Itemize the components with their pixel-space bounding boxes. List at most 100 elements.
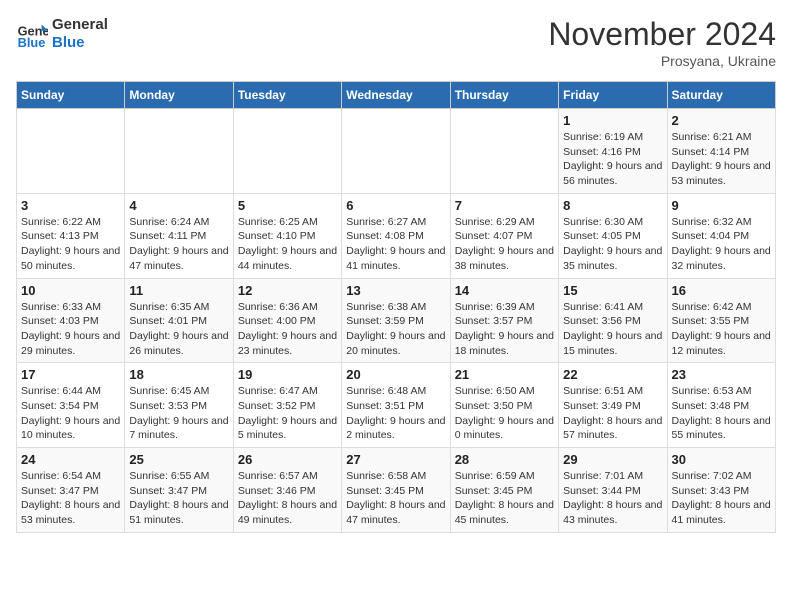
calendar-cell (342, 109, 450, 194)
calendar-cell: 6Sunrise: 6:27 AM Sunset: 4:08 PM Daylig… (342, 193, 450, 278)
calendar-cell: 29 Sunrise: 7:01 AM Sunset: 3:44 PM Dayli… (559, 448, 667, 533)
day-header-wednesday: Wednesday (342, 82, 450, 109)
day-info: Sunrise: 6:32 AM Sunset: 4:04 PM Dayligh… (672, 215, 771, 274)
calendar-cell: 4 Sunrise: 6:24 AM Sunset: 4:11 PM Daylig… (125, 193, 233, 278)
day-info: Sunrise: 6:54 AM Sunset: 3:47 PM Dayligh… (21, 469, 120, 528)
calendar-cell: 1Sunrise: 6:19 AM Sunset: 4:16 PM Daylig… (559, 109, 667, 194)
day-info: Sunrise: 6:21 AM Sunset: 4:14 PM Dayligh… (672, 130, 771, 189)
day-info: Sunrise: 6:27 AM Sunset: 4:08 PM Dayligh… (346, 215, 445, 274)
calendar-cell: 14Sunrise: 6:39 AM Sunset: 3:57 PM Dayli… (450, 278, 558, 363)
logo-line1: General (52, 16, 108, 34)
day-info: Sunrise: 6:38 AM Sunset: 3:59 PM Dayligh… (346, 300, 445, 359)
day-info: Sunrise: 6:36 AM Sunset: 4:00 PM Dayligh… (238, 300, 337, 359)
calendar-cell: 8 Sunrise: 6:30 AM Sunset: 4:05 PM Daylig… (559, 193, 667, 278)
calendar-cell: 23Sunrise: 6:53 AM Sunset: 3:48 PM Dayli… (667, 363, 775, 448)
day-info: Sunrise: 7:01 AM Sunset: 3:44 PM Dayligh… (563, 469, 662, 528)
day-number: 27 (346, 452, 445, 467)
day-number: 21 (455, 367, 554, 382)
calendar-cell (125, 109, 233, 194)
calendar-header-row: SundayMondayTuesdayWednesdayThursdayFrid… (17, 82, 776, 109)
day-number: 8 (563, 198, 662, 213)
day-number: 19 (238, 367, 337, 382)
calendar-cell: 9 Sunrise: 6:32 AM Sunset: 4:04 PM Daylig… (667, 193, 775, 278)
day-info: Sunrise: 6:57 AM Sunset: 3:46 PM Dayligh… (238, 469, 337, 528)
day-number: 5 (238, 198, 337, 213)
calendar-cell (233, 109, 341, 194)
calendar-cell (450, 109, 558, 194)
day-info: Sunrise: 6:33 AM Sunset: 4:03 PM Dayligh… (21, 300, 120, 359)
logo: General Blue General Blue (16, 16, 108, 52)
calendar-cell: 19Sunrise: 6:47 AM Sunset: 3:52 PM Dayli… (233, 363, 341, 448)
calendar-cell: 20 Sunrise: 6:48 AM Sunset: 3:51 PM Dayli… (342, 363, 450, 448)
day-info: Sunrise: 6:22 AM Sunset: 4:13 PM Dayligh… (21, 215, 120, 274)
day-number: 16 (672, 283, 771, 298)
calendar-cell: 16 Sunrise: 6:42 AM Sunset: 3:55 PM Dayli… (667, 278, 775, 363)
day-info: Sunrise: 6:35 AM Sunset: 4:01 PM Dayligh… (129, 300, 228, 359)
calendar-table: SundayMondayTuesdayWednesdayThursdayFrid… (16, 81, 776, 533)
day-header-thursday: Thursday (450, 82, 558, 109)
day-info: Sunrise: 6:24 AM Sunset: 4:11 PM Dayligh… (129, 215, 228, 274)
day-number: 4 (129, 198, 228, 213)
day-header-friday: Friday (559, 82, 667, 109)
calendar-body: 1Sunrise: 6:19 AM Sunset: 4:16 PM Daylig… (17, 109, 776, 533)
day-number: 11 (129, 283, 228, 298)
calendar-cell: 10Sunrise: 6:33 AM Sunset: 4:03 PM Dayli… (17, 278, 125, 363)
calendar-cell: 5 Sunrise: 6:25 AM Sunset: 4:10 PM Daylig… (233, 193, 341, 278)
title-block: November 2024 Prosyana, Ukraine (548, 16, 776, 69)
day-info: Sunrise: 6:48 AM Sunset: 3:51 PM Dayligh… (346, 384, 445, 443)
day-number: 9 (672, 198, 771, 213)
day-number: 29 (563, 452, 662, 467)
page-header: General Blue General Blue November 2024 … (16, 16, 776, 69)
day-info: Sunrise: 7:02 AM Sunset: 3:43 PM Dayligh… (672, 469, 771, 528)
day-number: 30 (672, 452, 771, 467)
day-info: Sunrise: 6:45 AM Sunset: 3:53 PM Dayligh… (129, 384, 228, 443)
subtitle: Prosyana, Ukraine (548, 53, 776, 69)
day-number: 17 (21, 367, 120, 382)
day-number: 15 (563, 283, 662, 298)
day-info: Sunrise: 6:25 AM Sunset: 4:10 PM Dayligh… (238, 215, 337, 274)
calendar-cell: 18 Sunrise: 6:45 AM Sunset: 3:53 PM Dayli… (125, 363, 233, 448)
calendar-cell: 13 Sunrise: 6:38 AM Sunset: 3:59 PM Dayli… (342, 278, 450, 363)
calendar-cell: 25 Sunrise: 6:55 AM Sunset: 3:47 PM Dayli… (125, 448, 233, 533)
day-info: Sunrise: 6:42 AM Sunset: 3:55 PM Dayligh… (672, 300, 771, 359)
month-title: November 2024 (548, 16, 776, 53)
day-number: 7 (455, 198, 554, 213)
day-info: Sunrise: 6:55 AM Sunset: 3:47 PM Dayligh… (129, 469, 228, 528)
day-number: 18 (129, 367, 228, 382)
calendar-week-3: 10Sunrise: 6:33 AM Sunset: 4:03 PM Dayli… (17, 278, 776, 363)
calendar-cell: 11 Sunrise: 6:35 AM Sunset: 4:01 PM Dayli… (125, 278, 233, 363)
day-info: Sunrise: 6:59 AM Sunset: 3:45 PM Dayligh… (455, 469, 554, 528)
day-info: Sunrise: 6:30 AM Sunset: 4:05 PM Dayligh… (563, 215, 662, 274)
calendar-cell: 26 Sunrise: 6:57 AM Sunset: 3:46 PM Dayli… (233, 448, 341, 533)
day-number: 3 (21, 198, 120, 213)
logo-line2: Blue (52, 34, 108, 52)
calendar-cell: 2 Sunrise: 6:21 AM Sunset: 4:14 PM Daylig… (667, 109, 775, 194)
day-info: Sunrise: 6:41 AM Sunset: 3:56 PM Dayligh… (563, 300, 662, 359)
day-number: 12 (238, 283, 337, 298)
calendar-week-2: 3 Sunrise: 6:22 AM Sunset: 4:13 PM Daylig… (17, 193, 776, 278)
calendar-week-4: 17 Sunrise: 6:44 AM Sunset: 3:54 PM Dayli… (17, 363, 776, 448)
calendar-cell: 7Sunrise: 6:29 AM Sunset: 4:07 PM Daylig… (450, 193, 558, 278)
calendar-week-1: 1Sunrise: 6:19 AM Sunset: 4:16 PM Daylig… (17, 109, 776, 194)
day-number: 23 (672, 367, 771, 382)
day-number: 28 (455, 452, 554, 467)
day-number: 25 (129, 452, 228, 467)
calendar-cell (17, 109, 125, 194)
calendar-cell: 30 Sunrise: 7:02 AM Sunset: 3:43 PM Dayli… (667, 448, 775, 533)
day-number: 2 (672, 113, 771, 128)
calendar-cell: 24 Sunrise: 6:54 AM Sunset: 3:47 PM Dayli… (17, 448, 125, 533)
day-number: 24 (21, 452, 120, 467)
calendar-cell: 12 Sunrise: 6:36 AM Sunset: 4:00 PM Dayli… (233, 278, 341, 363)
day-header-saturday: Saturday (667, 82, 775, 109)
day-info: Sunrise: 6:19 AM Sunset: 4:16 PM Dayligh… (563, 130, 662, 189)
day-number: 20 (346, 367, 445, 382)
day-header-monday: Monday (125, 82, 233, 109)
calendar-cell: 15 Sunrise: 6:41 AM Sunset: 3:56 PM Dayli… (559, 278, 667, 363)
calendar-cell: 21Sunrise: 6:50 AM Sunset: 3:50 PM Dayli… (450, 363, 558, 448)
day-info: Sunrise: 6:44 AM Sunset: 3:54 PM Dayligh… (21, 384, 120, 443)
calendar-cell: 3 Sunrise: 6:22 AM Sunset: 4:13 PM Daylig… (17, 193, 125, 278)
calendar-cell: 17 Sunrise: 6:44 AM Sunset: 3:54 PM Dayli… (17, 363, 125, 448)
day-number: 26 (238, 452, 337, 467)
day-number: 22 (563, 367, 662, 382)
day-number: 13 (346, 283, 445, 298)
